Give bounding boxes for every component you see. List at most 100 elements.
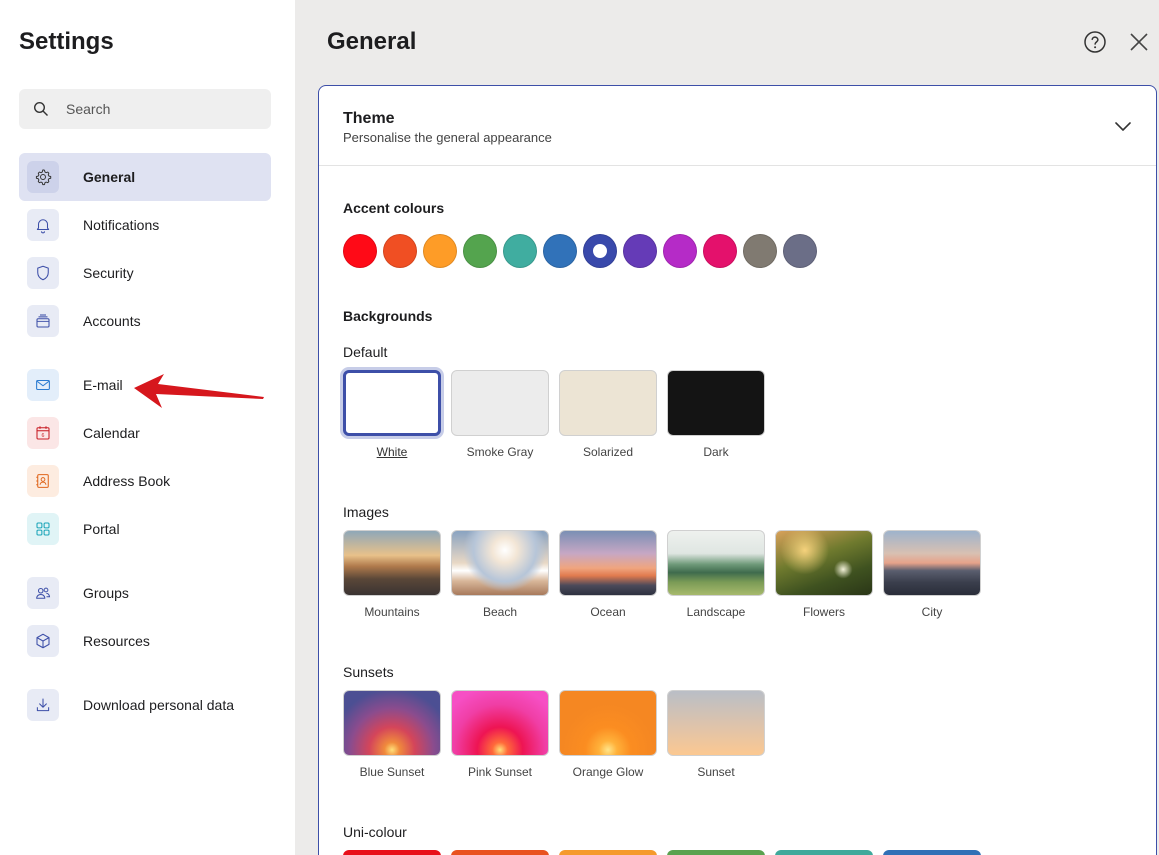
flowers-image: [775, 530, 873, 596]
background-thumb: [667, 370, 765, 436]
page-title: General: [327, 28, 417, 55]
accent-swatch[interactable]: [423, 234, 457, 268]
unicolour-tile[interactable]: [343, 850, 441, 855]
sidebar-item-calendar[interactable]: 6 Calendar: [19, 409, 271, 457]
sidebar-item-groups[interactable]: Groups: [19, 569, 271, 617]
pink-sunset-gradient: [451, 690, 549, 756]
accent-swatch[interactable]: [703, 234, 737, 268]
backgrounds-label: Backgrounds: [343, 308, 433, 324]
landscape-image: [667, 530, 765, 596]
background-tile-mountains[interactable]: Mountains: [343, 530, 441, 619]
background-tile-blue-sunset[interactable]: Blue Sunset: [343, 690, 441, 779]
background-tile-caption: Ocean: [590, 605, 626, 619]
background-tile-city[interactable]: City: [883, 530, 981, 619]
background-tile-caption: Mountains: [364, 605, 420, 619]
background-tile-ocean[interactable]: Ocean: [559, 530, 657, 619]
background-tile-caption: Flowers: [802, 605, 845, 619]
sidebar-item-security[interactable]: Security: [19, 249, 271, 297]
sidebar-title: Settings: [19, 28, 114, 55]
accent-swatch[interactable]: [583, 234, 617, 268]
background-tile-landscape[interactable]: Landscape: [667, 530, 765, 619]
images-label: Images: [343, 504, 389, 520]
background-tile-white[interactable]: White: [343, 370, 441, 459]
sidebar: Settings General Notifications Security …: [0, 0, 295, 855]
sidebar-item-label: General: [83, 169, 136, 185]
search-input[interactable]: [66, 101, 256, 117]
sidebar-item-label: Security: [83, 265, 134, 281]
accent-swatch[interactable]: [343, 234, 377, 268]
background-tile-caption: Blue Sunset: [359, 765, 425, 779]
background-tile-dark[interactable]: Dark: [667, 370, 765, 459]
background-tile-caption: Landscape: [686, 605, 746, 619]
sidebar-item-resources[interactable]: Resources: [19, 617, 271, 665]
orange-glow-gradient: [559, 690, 657, 756]
background-tile-pink-sunset[interactable]: Pink Sunset: [451, 690, 549, 779]
background-tile-solarized[interactable]: Solarized: [559, 370, 657, 459]
accent-swatch[interactable]: [663, 234, 697, 268]
sidebar-item-label: Resources: [83, 633, 150, 649]
background-tile-flowers[interactable]: Flowers: [775, 530, 873, 619]
annotation-arrow: [134, 374, 264, 408]
unicolour-tile[interactable]: [775, 850, 873, 855]
background-tile-caption: Solarized: [582, 445, 634, 459]
sidebar-item-label: Portal: [83, 521, 120, 537]
unicolour-tile[interactable]: [883, 850, 981, 855]
sidebar-item-label: E-mail: [83, 377, 123, 393]
sidebar-item-notifications[interactable]: Notifications: [19, 201, 271, 249]
accent-swatch[interactable]: [623, 234, 657, 268]
shield-icon: [27, 257, 59, 289]
background-tile-caption: White: [376, 445, 408, 459]
unicolour-tile[interactable]: [667, 850, 765, 855]
accent-swatch[interactable]: [463, 234, 497, 268]
cube-icon: [27, 625, 59, 657]
stack-icon: [27, 305, 59, 337]
sidebar-item-address-book[interactable]: Address Book: [19, 457, 271, 505]
background-tile-smoke-gray[interactable]: Smoke Gray: [451, 370, 549, 459]
sidebar-item-label: Notifications: [83, 217, 160, 233]
background-tile-caption: Smoke Gray: [466, 445, 534, 459]
beach-image: [451, 530, 549, 596]
accent-swatch[interactable]: [743, 234, 777, 268]
help-icon[interactable]: [1083, 30, 1107, 54]
bell-icon: [27, 209, 59, 241]
accent-swatch[interactable]: [383, 234, 417, 268]
default-backgrounds-label: Default: [343, 344, 388, 360]
users-icon: [27, 577, 59, 609]
ocean-image: [559, 530, 657, 596]
theme-subtitle: Personalise the general appearance: [343, 130, 552, 145]
sunset-gradient: [667, 690, 765, 756]
theme-section-header[interactable]: Theme Personalise the general appearance: [319, 86, 1156, 166]
sidebar-item-label: Address Book: [83, 473, 171, 489]
mountains-image: [343, 530, 441, 596]
sidebar-item-download-data[interactable]: Download personal data: [19, 681, 271, 729]
unicolour-tile[interactable]: [451, 850, 549, 855]
background-tile-caption: Pink Sunset: [467, 765, 533, 779]
background-tile-caption: Beach: [482, 605, 518, 619]
background-tile-caption: City: [921, 605, 943, 619]
search-icon: [33, 101, 48, 116]
unicolour-tile[interactable]: [559, 850, 657, 855]
close-icon[interactable]: [1127, 30, 1151, 54]
background-tile-orange-glow[interactable]: Orange Glow: [559, 690, 657, 779]
accent-swatch[interactable]: [543, 234, 577, 268]
background-tile-caption: Sunset: [697, 765, 735, 779]
sidebar-item-general[interactable]: General: [19, 153, 271, 201]
background-tile-beach[interactable]: Beach: [451, 530, 549, 619]
chevron-down-icon[interactable]: [1113, 116, 1133, 136]
sidebar-item-accounts[interactable]: Accounts: [19, 297, 271, 345]
accent-swatch[interactable]: [503, 234, 537, 268]
gear-icon: [27, 161, 59, 193]
background-tile-sunset[interactable]: Sunset: [667, 690, 765, 779]
download-icon: [27, 689, 59, 721]
background-thumb: [343, 370, 441, 436]
background-tile-caption: Dark: [703, 445, 729, 459]
background-tile-caption: Orange Glow: [572, 765, 644, 779]
background-thumb: [451, 370, 549, 436]
search-box[interactable]: [19, 89, 271, 129]
sunsets-label: Sunsets: [343, 664, 394, 680]
sidebar-item-portal[interactable]: Portal: [19, 505, 271, 553]
sidebar-item-label: Accounts: [83, 313, 141, 329]
accent-swatch[interactable]: [783, 234, 817, 268]
calendar-day-number: 6: [42, 433, 45, 439]
envelope-icon: [27, 369, 59, 401]
